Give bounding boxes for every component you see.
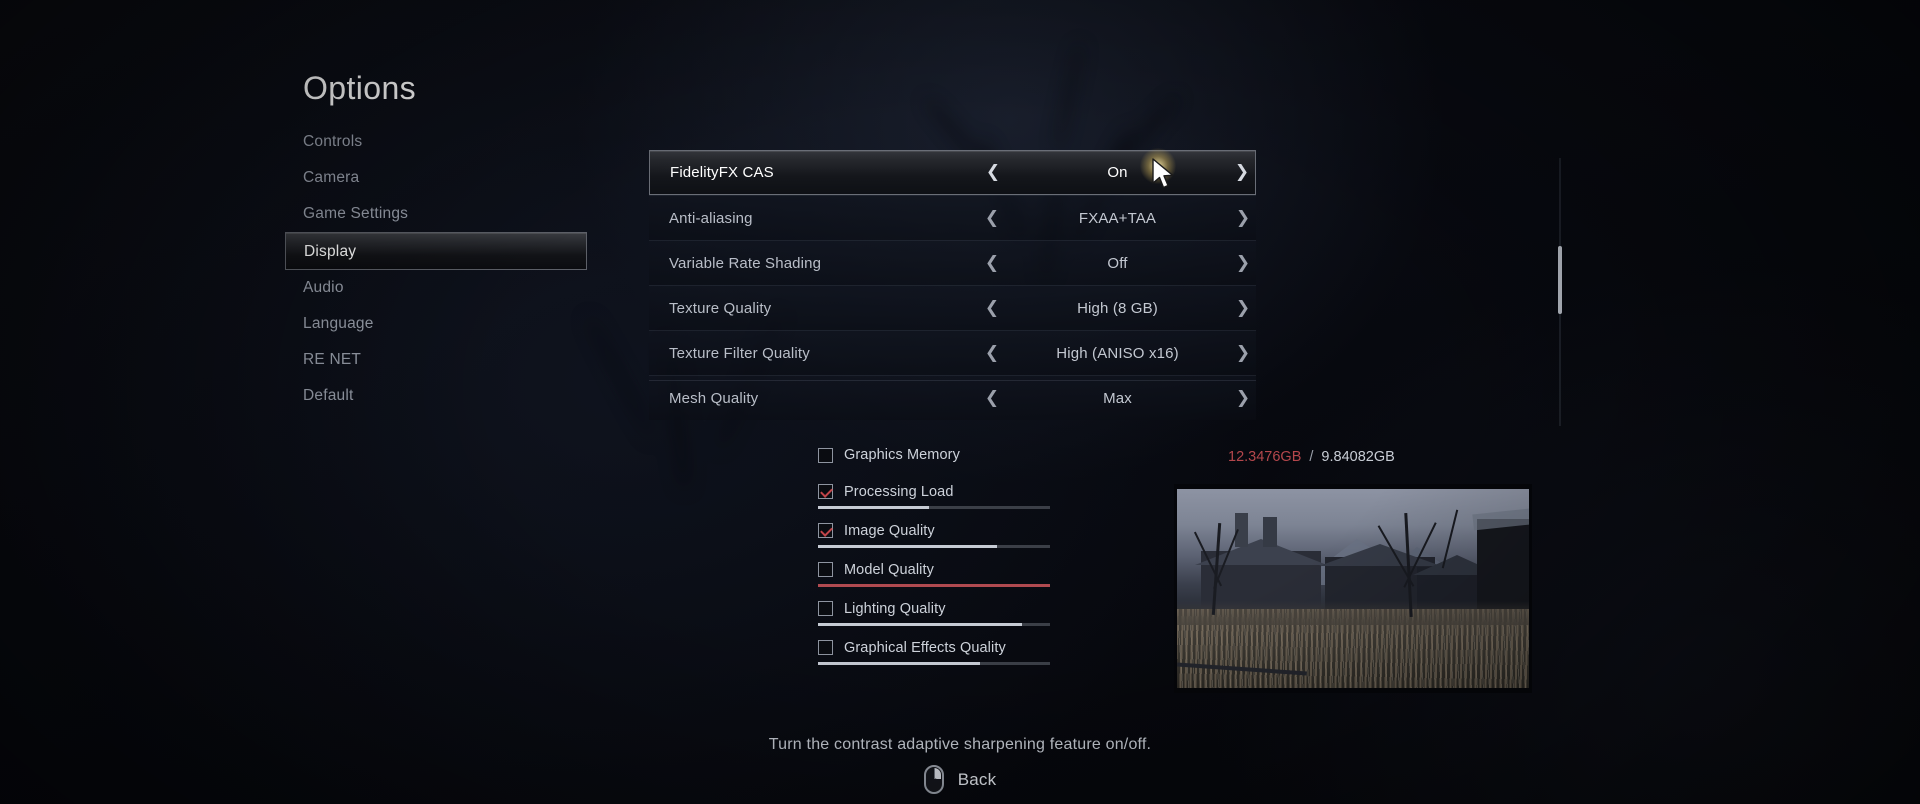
graphics-memory-label: Graphics Memory <box>844 447 960 463</box>
graphics-memory-used: 12.3476GB <box>1228 449 1302 465</box>
graphics-memory-values: 12.3476GB / 9.84082GB <box>1228 447 1395 468</box>
sidebar-item-camera[interactable]: Camera <box>285 160 587 196</box>
chevron-right-icon[interactable]: ❯ <box>1230 299 1256 317</box>
meter-label: Lighting Quality <box>844 600 946 617</box>
settings-divider <box>649 380 1256 381</box>
setting-row-fidelityfx-cas[interactable]: FidelityFX CAS ❮ On ❯ <box>649 150 1256 195</box>
setting-row-anti-aliasing[interactable]: Anti-aliasing ❮ FXAA+TAA ❯ <box>649 195 1256 240</box>
graphics-memory-separator: / <box>1309 449 1314 465</box>
sidebar-item-label: Display <box>304 243 357 260</box>
graphics-memory-row[interactable]: Graphics Memory 12.3476GB / 9.84082GB <box>818 447 1438 465</box>
image-quality-checkbox[interactable] <box>818 523 833 538</box>
sidebar-item-label: Camera <box>303 169 360 186</box>
sidebar-item-label: Default <box>303 387 354 404</box>
sidebar-item-label: Controls <box>303 133 363 150</box>
chevron-left-icon[interactable]: ❮ <box>979 344 1005 362</box>
setting-value: High (ANISO x16) <box>1056 344 1179 362</box>
setting-row-mesh-quality[interactable]: Mesh Quality ❮ Max ❯ <box>649 375 1256 420</box>
setting-value: Off <box>1107 254 1128 272</box>
sidebar-item-re-net[interactable]: RE NET <box>285 342 587 378</box>
meter-processing-load[interactable]: Processing Load <box>818 481 1118 509</box>
sidebar-item-label: Audio <box>303 279 344 296</box>
setting-label: Variable Rate Shading <box>669 254 822 272</box>
setting-label: Texture Quality <box>669 299 772 317</box>
meter-label: Processing Load <box>844 483 954 500</box>
chevron-right-icon[interactable]: ❯ <box>1230 344 1256 362</box>
setting-value: FXAA+TAA <box>1078 209 1157 227</box>
graphics-memory-total: 9.84082GB <box>1321 449 1395 465</box>
chevron-left-icon[interactable]: ❮ <box>979 254 1005 272</box>
sidebar-item-controls[interactable]: Controls <box>285 124 587 160</box>
meter-bar <box>818 584 1050 587</box>
setting-value: High (8 GB) <box>1077 299 1158 317</box>
sidebar-item-game-settings[interactable]: Game Settings <box>285 196 587 232</box>
sidebar-item-language[interactable]: Language <box>285 306 587 342</box>
preview-image <box>1177 489 1529 688</box>
setting-label: Texture Filter Quality <box>669 344 810 362</box>
setting-row-texture-filter-quality[interactable]: Texture Filter Quality ❮ High (ANISO x16… <box>649 330 1256 375</box>
meter-bar <box>818 662 1050 665</box>
graphical-effects-quality-checkbox[interactable] <box>818 640 833 655</box>
setting-value: On <box>1107 164 1128 181</box>
processing-load-checkbox[interactable] <box>818 484 833 499</box>
chevron-left-icon[interactable]: ❮ <box>980 164 1006 181</box>
sidebar-item-label: RE NET <box>303 351 362 368</box>
settings-scrollbar[interactable] <box>1558 158 1562 426</box>
setting-value: Max <box>1103 389 1132 407</box>
meter-bar <box>818 623 1050 626</box>
chevron-left-icon[interactable]: ❮ <box>979 299 1005 317</box>
setting-label: Mesh Quality <box>669 389 759 407</box>
scrollbar-thumb[interactable] <box>1558 246 1562 314</box>
chevron-right-icon[interactable]: ❯ <box>1230 209 1256 227</box>
meter-label: Graphical Effects Quality <box>844 639 1006 656</box>
sidebar: Controls Camera Game Settings Display Au… <box>285 124 587 414</box>
chevron-right-icon[interactable]: ❯ <box>1230 254 1256 272</box>
chevron-right-icon[interactable]: ❯ <box>1229 164 1255 181</box>
setting-row-variable-rate-shading[interactable]: Variable Rate Shading ❮ Off ❯ <box>649 240 1256 285</box>
quality-meters: Processing Load Image Quality Model Qual… <box>818 481 1118 676</box>
meter-label: Image Quality <box>844 522 935 539</box>
setting-label: Anti-aliasing <box>669 209 753 227</box>
preview-thumbnail <box>1174 484 1532 693</box>
setting-description: Turn the contrast adaptive sharpening fe… <box>768 736 1152 753</box>
meter-bar <box>818 506 1050 509</box>
meter-bar <box>818 545 1050 548</box>
chevron-left-icon[interactable]: ❮ <box>979 389 1005 407</box>
meter-model-quality[interactable]: Model Quality <box>818 559 1118 587</box>
chevron-right-icon[interactable]: ❯ <box>1230 389 1256 407</box>
back-button[interactable]: Back <box>0 765 1920 794</box>
back-button-label: Back <box>957 769 997 789</box>
setting-row-texture-quality[interactable]: Texture Quality ❮ High (8 GB) ❯ <box>649 285 1256 330</box>
meter-graphical-effects-quality[interactable]: Graphical Effects Quality <box>818 637 1118 665</box>
sidebar-item-label: Game Settings <box>303 205 409 222</box>
model-quality-checkbox[interactable] <box>818 562 833 577</box>
page-title: Options <box>303 70 417 106</box>
sidebar-item-label: Language <box>303 315 374 332</box>
sidebar-item-display[interactable]: Display <box>285 232 587 270</box>
meter-label: Model Quality <box>844 561 934 578</box>
graphics-memory-checkbox[interactable] <box>818 447 833 463</box>
meter-lighting-quality[interactable]: Lighting Quality <box>818 598 1118 626</box>
setting-label: FidelityFX CAS <box>670 164 774 181</box>
lighting-quality-checkbox[interactable] <box>818 601 833 616</box>
sidebar-item-default[interactable]: Default <box>285 378 587 414</box>
chevron-left-icon[interactable]: ❮ <box>979 209 1005 227</box>
mouse-right-click-icon <box>923 765 944 794</box>
meter-image-quality[interactable]: Image Quality <box>818 520 1118 548</box>
sidebar-item-audio[interactable]: Audio <box>285 270 587 306</box>
options-screen: Options Controls Camera Game Settings Di… <box>0 0 1920 804</box>
